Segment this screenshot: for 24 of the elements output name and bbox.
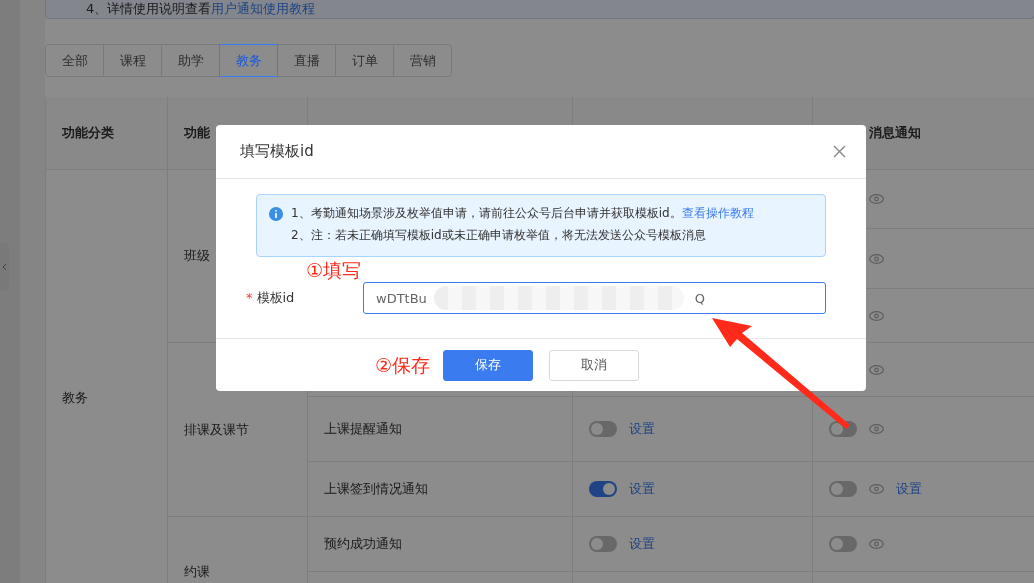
field-label: 模板id xyxy=(256,290,295,305)
settings-link[interactable]: 设置 xyxy=(896,480,922,498)
cancel-button[interactable]: 取消 xyxy=(549,349,639,381)
category-tab[interactable]: 营销 xyxy=(393,44,452,77)
annotation-text: ②保存 xyxy=(375,353,431,378)
annotation-text: ①填写 xyxy=(306,258,362,283)
category-tab[interactable]: 直播 xyxy=(277,44,336,77)
table-header-cell: 功能分类 xyxy=(46,97,168,170)
settings-link[interactable]: 设置 xyxy=(629,535,655,553)
table-cell: 上课签到情况通知 xyxy=(308,462,573,517)
required-mark: * xyxy=(246,290,253,305)
notice-text: 4、详情使用说明查看用户通知使用教程 xyxy=(45,0,1034,19)
tutorial-link[interactable]: 查看操作教程 xyxy=(681,206,754,220)
tutorial-link[interactable]: 用户通知使用教程 xyxy=(211,1,316,16)
category-tab[interactable]: 课程 xyxy=(103,44,162,77)
category-tab[interactable]: 订单 xyxy=(335,44,394,77)
save-button[interactable]: 保存 xyxy=(443,349,533,381)
input-field[interactable]: wDTtBu Q xyxy=(363,282,826,314)
table-cell: 上课提醒通知 xyxy=(308,397,573,462)
settings-link[interactable]: 设置 xyxy=(629,420,655,438)
table-cell: 预约成功通知 xyxy=(308,517,573,572)
category-tab[interactable]: 助学 xyxy=(161,44,220,77)
category-tab[interactable]: 全部 xyxy=(45,44,104,77)
settings-link[interactable]: 设置 xyxy=(629,480,655,498)
